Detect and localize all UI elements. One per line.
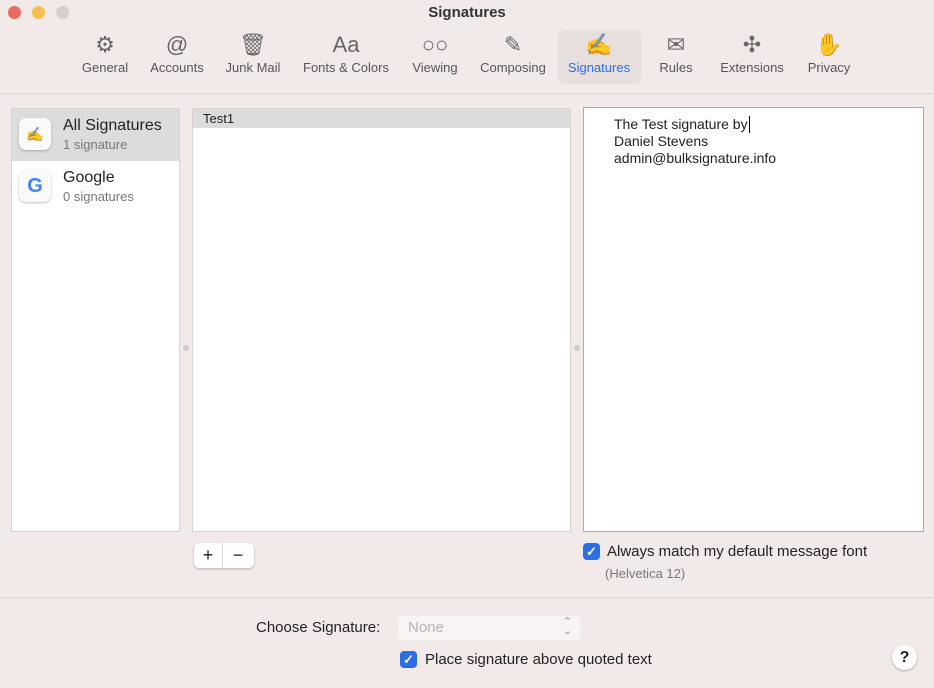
account-all-signatures[interactable]: ✍ All Signatures 1 signature	[12, 109, 179, 161]
signature-editor[interactable]: The Test signature by Daniel Stevens adm…	[583, 107, 924, 532]
match-font-checkbox[interactable]: ✓	[583, 543, 600, 560]
tab-rules[interactable]: ✉ Rules	[653, 30, 699, 84]
account-name: All Signatures	[63, 117, 162, 134]
fonts-icon: Aa	[332, 32, 360, 57]
split-handle[interactable]	[183, 345, 189, 351]
chevron-updown-icon: ⌃ ⌄	[562, 616, 572, 637]
match-font-label: Always match my default message font	[607, 543, 868, 560]
choose-signature-label: Choose Signature:	[256, 619, 381, 636]
puzzle-icon: ✣	[742, 32, 762, 57]
tab-label: Composing	[480, 60, 546, 75]
help-button[interactable]: ?	[892, 645, 917, 670]
tab-label: Viewing	[412, 60, 458, 75]
tab-label: Rules	[659, 60, 693, 75]
tab-extensions[interactable]: ✣ Extensions	[714, 30, 790, 84]
tab-label: Accounts	[150, 60, 204, 75]
tab-label: Extensions	[720, 60, 784, 75]
font-info: (Helvetica 12)	[605, 566, 686, 581]
account-google[interactable]: G Google 0 signatures	[12, 161, 179, 213]
tab-general[interactable]: ⚙ General	[75, 30, 135, 84]
google-icon: G	[19, 170, 51, 202]
add-remove-control: + −	[194, 543, 254, 568]
tab-signatures[interactable]: ✍ Signatures	[557, 30, 641, 84]
tab-label: General	[81, 60, 129, 75]
select-value: None	[408, 619, 444, 636]
glasses-icon: ○○	[421, 32, 449, 57]
rules-icon: ✉	[666, 32, 686, 57]
place-above-label: Place signature above quoted text	[425, 651, 652, 668]
signature-icon: ✍	[19, 118, 51, 150]
account-name: Google	[63, 169, 115, 186]
editor-line: admin@bulksignature.info	[614, 150, 777, 166]
place-above-checkbox[interactable]: ✓	[400, 651, 417, 668]
hand-icon: ✋	[815, 32, 843, 57]
tab-viewing[interactable]: ○○ Viewing	[405, 30, 465, 84]
tab-accounts[interactable]: @ Accounts	[144, 30, 210, 84]
accounts-list[interactable]: ✍ All Signatures 1 signature G Google 0 …	[11, 108, 180, 532]
tab-label: Junk Mail	[225, 60, 281, 75]
signature-item[interactable]: Test1	[193, 109, 570, 128]
signature-icon: ✍	[585, 32, 613, 57]
tab-privacy[interactable]: ✋ Privacy	[801, 30, 857, 84]
junk-mail-icon: 🗑	[239, 32, 267, 57]
tab-fonts-colors[interactable]: Aa Fonts & Colors	[296, 30, 396, 84]
tab-label: Signatures	[567, 60, 631, 75]
remove-signature-button[interactable]: −	[223, 543, 253, 568]
tab-label: Privacy	[807, 60, 851, 75]
account-count: 0 signatures	[63, 189, 134, 204]
editor-line: Daniel Stevens	[614, 133, 709, 149]
tab-composing[interactable]: ✎ Composing	[473, 30, 553, 84]
window-title: Signatures	[428, 4, 506, 21]
signatures-list[interactable]: Test1	[192, 108, 571, 532]
account-count: 1 signature	[63, 137, 128, 152]
split-handle[interactable]	[574, 345, 580, 351]
at-icon: @	[165, 32, 189, 57]
divider	[0, 93, 934, 94]
choose-signature-select[interactable]: None ⌃ ⌄	[398, 616, 580, 640]
editor-line: The Test signature by	[614, 116, 750, 133]
compose-icon: ✎	[503, 32, 523, 57]
add-signature-button[interactable]: +	[194, 543, 223, 568]
tab-junk-mail[interactable]: 🗑 Junk Mail	[220, 30, 286, 84]
divider	[0, 597, 934, 598]
tab-label: Fonts & Colors	[303, 60, 389, 75]
gear-icon: ⚙	[95, 32, 115, 57]
